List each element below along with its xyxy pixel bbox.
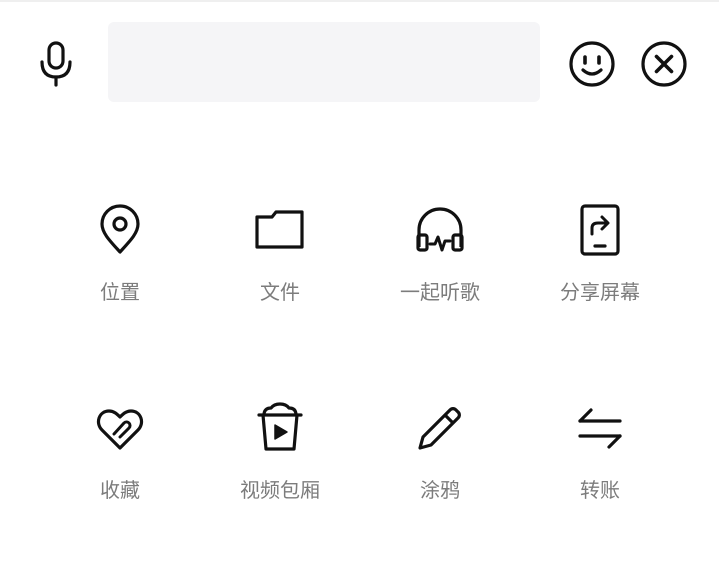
panel-item-label: 涂鸦 (420, 478, 460, 502)
transfer-arrows-icon (578, 408, 622, 449)
popcorn-play-icon (257, 402, 303, 451)
close-panel-button[interactable] (638, 38, 690, 90)
panel-item-label: 分享屏幕 (560, 280, 640, 304)
microphone-icon (40, 41, 72, 87)
panel-item-favorites[interactable]: 收藏 (45, 398, 195, 538)
panel-item-label: 转账 (580, 478, 620, 502)
top-divider (0, 0, 719, 2)
panel-item-label: 文件 (260, 280, 300, 304)
heart-clip-icon (96, 409, 144, 450)
panel-item-location[interactable]: 位置 (45, 200, 195, 340)
panel-item-transfer[interactable]: 转账 (525, 398, 675, 538)
location-pin-icon (100, 204, 140, 254)
voice-input-button[interactable] (30, 38, 82, 90)
panel-item-file[interactable]: 文件 (205, 200, 355, 340)
message-input[interactable] (108, 22, 540, 102)
headphones-icon (416, 207, 464, 252)
folder-icon (255, 210, 304, 249)
share-screen-icon (580, 204, 620, 256)
emoji-button[interactable] (566, 38, 618, 90)
smiley-icon (569, 41, 615, 87)
pencil-icon (418, 407, 461, 450)
panel-item-listen-together[interactable]: 一起听歌 (365, 200, 515, 340)
panel-item-video-room[interactable]: 视频包厢 (205, 398, 355, 538)
panel-item-label: 收藏 (100, 478, 140, 502)
panel-item-label: 位置 (100, 280, 140, 304)
close-circle-icon (641, 41, 687, 87)
panel-item-doodle[interactable]: 涂鸦 (365, 398, 515, 538)
panel-item-label: 一起听歌 (400, 280, 480, 304)
panel-item-share-screen[interactable]: 分享屏幕 (525, 200, 675, 340)
panel-item-label: 视频包厢 (240, 478, 320, 502)
